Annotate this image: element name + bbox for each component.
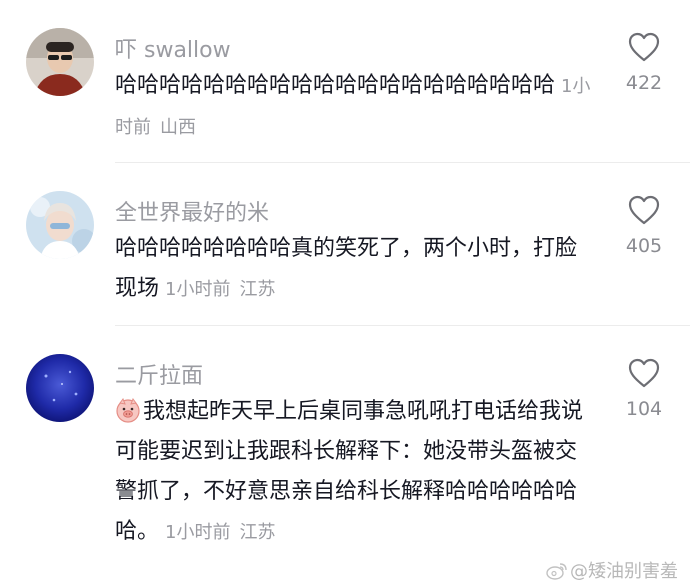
- comment-location: 江苏: [239, 279, 276, 300]
- comment-time: 1小时前: [165, 522, 231, 543]
- comment-location: 山西: [160, 117, 196, 138]
- weibo-logo-icon: [546, 562, 568, 580]
- like-count: 104: [625, 398, 663, 420]
- comment-item: 吓 swallow 哈哈哈哈哈哈哈哈哈哈哈哈哈哈哈哈哈哈哈哈 1小时前 山西 42…: [0, 0, 690, 162]
- comment-body: 哈哈哈哈哈哈哈哈真的笑死了，两个小时，打脸现场 1小时前 江苏: [115, 229, 585, 310]
- comment-time: 1小时前: [165, 279, 231, 300]
- username[interactable]: 吓 swallow: [115, 32, 231, 64]
- like-count: 422: [625, 72, 663, 94]
- comment-item: 二斤拉面 我想起昨天早上后桌同事急吼吼打电话给我说可能要迟到让我跟科长解释下：她…: [0, 326, 690, 566]
- comment-text: 哈哈哈哈哈哈哈哈哈哈哈哈哈哈哈哈哈哈哈哈: [115, 73, 556, 98]
- avatar[interactable]: [26, 28, 94, 96]
- heart-outline-icon: [628, 195, 660, 225]
- comment-item: 全世界最好的米 哈哈哈哈哈哈哈哈真的笑死了，两个小时，打脸现场 1小时前 江苏 4…: [0, 163, 690, 325]
- heart-outline-icon: [628, 32, 660, 62]
- pig-face-emoji: [115, 397, 141, 423]
- watermark: @矮油别害羞: [546, 557, 678, 583]
- avatar[interactable]: [26, 191, 94, 259]
- avatar[interactable]: [26, 354, 94, 422]
- like-button[interactable]: 104: [616, 358, 672, 420]
- username[interactable]: 二斤拉面: [115, 358, 203, 390]
- username[interactable]: 全世界最好的米: [115, 195, 269, 227]
- like-button[interactable]: 405: [616, 195, 672, 257]
- watermark-text: @矮油别害羞: [570, 561, 678, 582]
- like-button[interactable]: 422: [616, 32, 672, 94]
- comment-body: 我想起昨天早上后桌同事急吼吼打电话给我说可能要迟到让我跟科长解释下：她没带头盔被…: [115, 392, 593, 553]
- heart-outline-icon: [628, 358, 660, 388]
- comment-body: 哈哈哈哈哈哈哈哈哈哈哈哈哈哈哈哈哈哈哈哈 1小时前 山西: [115, 66, 597, 148]
- comment-location: 江苏: [239, 522, 276, 543]
- like-count: 405: [625, 235, 663, 257]
